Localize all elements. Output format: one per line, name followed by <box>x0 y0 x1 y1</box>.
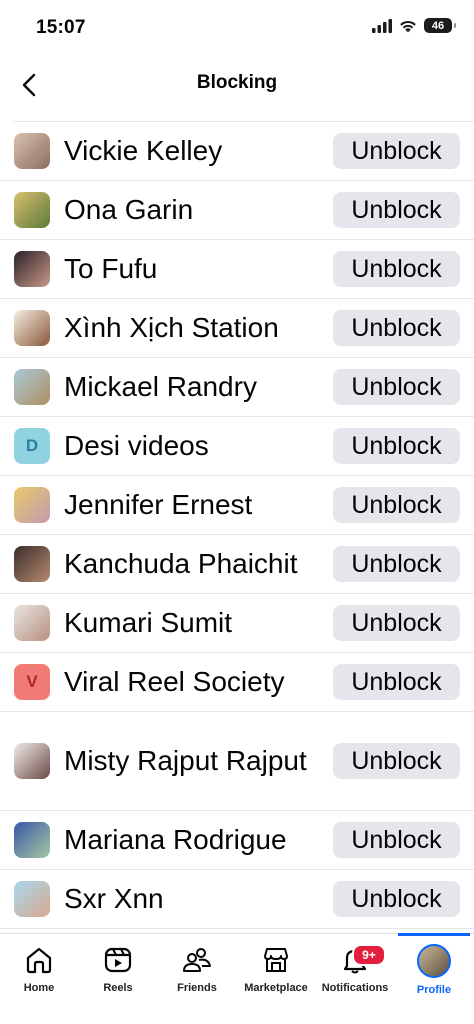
blocked-user-row: Misty Rajput Rajput Unblock <box>0 712 474 811</box>
blocked-users-list: Vickie Kelley Unblock Ona Garin Unblock To F… <box>0 122 474 934</box>
blocked-user-name[interactable]: To Fufu <box>64 249 324 289</box>
page-title: Blocking <box>196 72 278 93</box>
tab-home[interactable]: Home <box>0 944 78 994</box>
tab-marketplace[interactable]: Marketplace <box>237 944 315 994</box>
avatar[interactable] <box>14 881 50 917</box>
blocked-user-name[interactable]: Kanchuda Phaichit <box>64 544 324 584</box>
avatar[interactable]: V <box>14 664 50 700</box>
blocked-user-name[interactable]: Mariana Rodrigue <box>64 820 324 860</box>
blocked-user-row: Xình Xịch Station Unblock <box>0 299 474 358</box>
blocked-user-row: Vickie Kelley Unblock <box>0 122 474 181</box>
avatar[interactable] <box>14 310 50 346</box>
avatar[interactable] <box>14 369 50 405</box>
battery-icon: 46 <box>424 18 456 33</box>
avatar[interactable] <box>14 546 50 582</box>
avatar[interactable] <box>14 605 50 641</box>
tab-label-notifications: Notifications <box>321 982 389 994</box>
unblock-button[interactable]: Unblock <box>333 428 460 464</box>
blocked-user-row: Kumari Sumit Unblock <box>0 594 474 653</box>
tab-label-profile: Profile <box>416 984 452 996</box>
avatar[interactable] <box>14 743 50 779</box>
bottom-tab-bar: Home Reels Friends Marketplace 9+ Notifi… <box>0 933 474 1024</box>
blocked-user-row: Kanchuda Phaichit Unblock <box>0 535 474 594</box>
avatar[interactable] <box>14 822 50 858</box>
unblock-button[interactable]: Unblock <box>333 133 460 169</box>
status-time: 15:07 <box>36 17 86 38</box>
blocked-user-name[interactable]: Viral Reel Society <box>64 662 324 702</box>
signal-icon <box>372 18 392 33</box>
unblock-button[interactable]: Unblock <box>333 605 460 641</box>
blocked-user-name[interactable]: Mickael Randry <box>64 367 324 407</box>
notifications-badge: 9+ <box>352 944 386 966</box>
status-icons: 46 <box>372 18 456 33</box>
avatar[interactable] <box>14 133 50 169</box>
marketplace-icon <box>264 948 288 972</box>
blocked-user-row: V Viral Reel Society Unblock <box>0 653 474 712</box>
avatar[interactable] <box>14 487 50 523</box>
blocked-user-name[interactable]: Ona Garin <box>64 190 324 230</box>
tab-label-reels: Reels <box>103 982 133 994</box>
unblock-button[interactable]: Unblock <box>333 369 460 405</box>
tab-label-home: Home <box>23 982 55 994</box>
blocked-user-row: Jennifer Ernest Unblock <box>0 476 474 535</box>
nav-header: Blocking <box>0 56 474 118</box>
unblock-button[interactable]: Unblock <box>333 310 460 346</box>
tab-reels[interactable]: Reels <box>79 944 157 994</box>
wifi-icon <box>400 20 416 32</box>
avatar[interactable]: D <box>14 428 50 464</box>
reels-icon <box>104 947 132 973</box>
blocked-user-row: Ona Garin Unblock <box>0 181 474 240</box>
blocked-user-name[interactable]: Vickie Kelley <box>64 131 324 171</box>
blocked-user-name[interactable]: Desi videos <box>64 426 324 466</box>
blocked-user-name[interactable]: Kumari Sumit <box>64 603 324 643</box>
blocked-user-row: To Fufu Unblock <box>0 240 474 299</box>
status-bar: 15:07 46 <box>0 0 474 56</box>
tab-profile[interactable]: Profile <box>395 944 473 996</box>
profile-avatar-icon <box>417 944 451 978</box>
avatar[interactable] <box>14 192 50 228</box>
unblock-button[interactable]: Unblock <box>333 487 460 523</box>
blocked-user-row: Mickael Randry Unblock <box>0 358 474 417</box>
blocked-user-name[interactable]: Sxr Xnn <box>64 879 324 919</box>
home-icon <box>26 947 52 974</box>
blocked-user-name[interactable]: Jennifer Ernest <box>64 485 324 525</box>
tab-label-friends: Friends <box>177 982 217 994</box>
blocked-user-name[interactable]: Misty Rajput Rajput <box>64 741 324 781</box>
unblock-button[interactable]: Unblock <box>333 822 460 858</box>
unblock-button[interactable]: Unblock <box>333 251 460 287</box>
tab-notifications[interactable]: 9+ Notifications <box>316 944 394 994</box>
blocked-user-row: Mariana Rodrigue Unblock <box>0 811 474 870</box>
unblock-button[interactable]: Unblock <box>333 546 460 582</box>
avatar[interactable] <box>14 251 50 287</box>
unblock-button[interactable]: Unblock <box>333 881 460 917</box>
unblock-button[interactable]: Unblock <box>333 743 460 779</box>
unblock-button[interactable]: Unblock <box>333 192 460 228</box>
tab-label-marketplace: Marketplace <box>244 982 308 994</box>
tab-friends[interactable]: Friends <box>158 944 236 994</box>
blocked-user-row: D Desi videos Unblock <box>0 417 474 476</box>
active-tab-indicator <box>398 933 470 936</box>
friends-icon <box>183 948 211 972</box>
blocked-user-name[interactable]: Xình Xịch Station <box>64 308 324 348</box>
blocked-user-row: Sxr Xnn Unblock <box>0 870 474 929</box>
unblock-button[interactable]: Unblock <box>333 664 460 700</box>
